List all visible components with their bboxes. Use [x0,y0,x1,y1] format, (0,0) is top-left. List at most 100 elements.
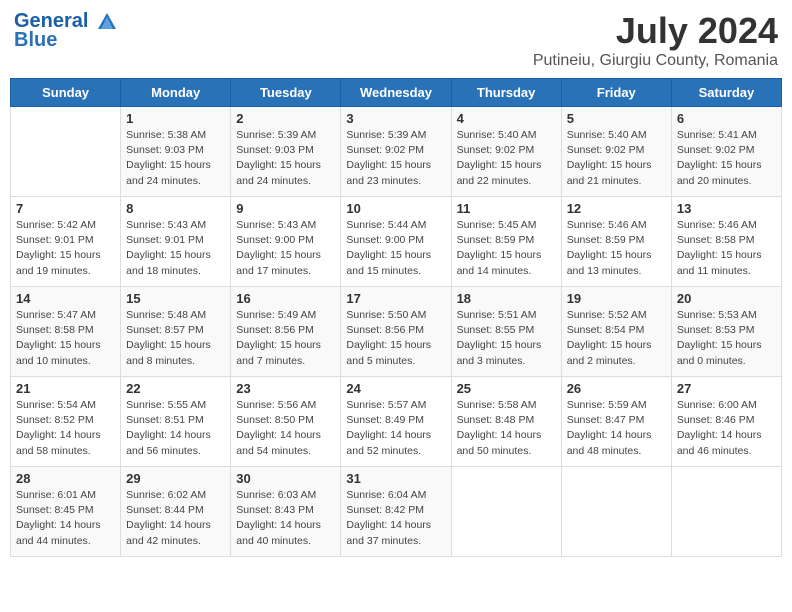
day-info: Sunrise: 5:40 AMSunset: 9:02 PMDaylight:… [567,128,666,189]
day-info: Sunrise: 5:48 AMSunset: 8:57 PMDaylight:… [126,308,225,369]
calendar-cell: 18 Sunrise: 5:51 AMSunset: 8:55 PMDayligh… [451,287,561,377]
calendar-cell: 1 Sunrise: 5:38 AMSunset: 9:03 PMDaylight… [121,107,231,197]
weekday-header: Saturday [671,79,781,107]
day-number: 26 [567,381,666,396]
day-number: 4 [457,111,556,126]
day-number: 12 [567,201,666,216]
day-info: Sunrise: 5:57 AMSunset: 8:49 PMDaylight:… [346,398,445,459]
day-number: 18 [457,291,556,306]
day-number: 21 [16,381,115,396]
day-number: 15 [126,291,225,306]
calendar-cell: 4 Sunrise: 5:40 AMSunset: 9:02 PMDaylight… [451,107,561,197]
page-header: General Blue July 2024 Putineiu, Giurgiu… [10,10,782,70]
day-number: 2 [236,111,335,126]
day-info: Sunrise: 5:52 AMSunset: 8:54 PMDaylight:… [567,308,666,369]
day-number: 19 [567,291,666,306]
day-info: Sunrise: 5:46 AMSunset: 8:58 PMDaylight:… [677,218,776,279]
day-info: Sunrise: 5:46 AMSunset: 8:59 PMDaylight:… [567,218,666,279]
day-info: Sunrise: 6:03 AMSunset: 8:43 PMDaylight:… [236,488,335,549]
day-number: 31 [346,471,445,486]
calendar-cell: 15 Sunrise: 5:48 AMSunset: 8:57 PMDayligh… [121,287,231,377]
calendar-cell: 24 Sunrise: 5:57 AMSunset: 8:49 PMDayligh… [341,377,451,467]
calendar-cell: 17 Sunrise: 5:50 AMSunset: 8:56 PMDayligh… [341,287,451,377]
calendar-table: SundayMondayTuesdayWednesdayThursdayFrid… [10,78,782,557]
calendar-week-row: 14 Sunrise: 5:47 AMSunset: 8:58 PMDayligh… [11,287,782,377]
calendar-cell: 7 Sunrise: 5:42 AMSunset: 9:01 PMDaylight… [11,197,121,287]
calendar-header: SundayMondayTuesdayWednesdayThursdayFrid… [11,79,782,107]
calendar-week-row: 21Sunrise: 5:54 AMSunset: 8:52 PMDayligh… [11,377,782,467]
weekday-header: Friday [561,79,671,107]
day-number: 25 [457,381,556,396]
weekday-header: Thursday [451,79,561,107]
day-number: 22 [126,381,225,396]
weekday-header: Tuesday [231,79,341,107]
day-info: Sunrise: 5:41 AMSunset: 9:02 PMDaylight:… [677,128,776,189]
calendar-cell: 10 Sunrise: 5:44 AMSunset: 9:00 PMDayligh… [341,197,451,287]
calendar-cell: 3Sunrise: 5:39 AMSunset: 9:02 PMDaylight… [341,107,451,197]
day-info: Sunrise: 5:50 AMSunset: 8:56 PMDaylight:… [346,308,445,369]
day-info: Sunrise: 5:55 AMSunset: 8:51 PMDaylight:… [126,398,225,459]
calendar-cell: 5 Sunrise: 5:40 AMSunset: 9:02 PMDaylight… [561,107,671,197]
calendar-week-row: 28 Sunrise: 6:01 AMSunset: 8:45 PMDayligh… [11,467,782,557]
day-info: Sunrise: 5:40 AMSunset: 9:02 PMDaylight:… [457,128,556,189]
calendar-week-row: 7 Sunrise: 5:42 AMSunset: 9:01 PMDaylight… [11,197,782,287]
calendar-cell: 25 Sunrise: 5:58 AMSunset: 8:48 PMDayligh… [451,377,561,467]
day-info: Sunrise: 5:58 AMSunset: 8:48 PMDaylight:… [457,398,556,459]
month-title: July 2024 [533,10,778,52]
location-title: Putineiu, Giurgiu County, Romania [533,52,778,70]
weekday-header: Sunday [11,79,121,107]
day-number: 28 [16,471,115,486]
calendar-cell: 12 Sunrise: 5:46 AMSunset: 8:59 PMDayligh… [561,197,671,287]
day-number: 6 [677,111,776,126]
day-info: Sunrise: 5:42 AMSunset: 9:01 PMDaylight:… [16,218,115,279]
day-info: Sunrise: 5:49 AMSunset: 8:56 PMDaylight:… [236,308,335,369]
day-info: Sunrise: 5:47 AMSunset: 8:58 PMDaylight:… [16,308,115,369]
day-number: 27 [677,381,776,396]
day-number: 17 [346,291,445,306]
day-info: Sunrise: 5:43 AMSunset: 9:01 PMDaylight:… [126,218,225,279]
day-number: 20 [677,291,776,306]
logo-icon [96,11,118,33]
day-number: 7 [16,201,115,216]
day-info: Sunrise: 6:04 AMSunset: 8:42 PMDaylight:… [346,488,445,549]
day-info: Sunrise: 5:43 AMSunset: 9:00 PMDaylight:… [236,218,335,279]
logo: General Blue [14,10,120,52]
calendar-cell: 23Sunrise: 5:56 AMSunset: 8:50 PMDayligh… [231,377,341,467]
calendar-cell: 22 Sunrise: 5:55 AMSunset: 8:51 PMDayligh… [121,377,231,467]
day-info: Sunrise: 5:38 AMSunset: 9:03 PMDaylight:… [126,128,225,189]
day-number: 1 [126,111,225,126]
calendar-cell: 29Sunrise: 6:02 AMSunset: 8:44 PMDayligh… [121,467,231,557]
calendar-cell: 27 Sunrise: 6:00 AMSunset: 8:46 PMDayligh… [671,377,781,467]
calendar-cell: 13 Sunrise: 5:46 AMSunset: 8:58 PMDayligh… [671,197,781,287]
calendar-cell [451,467,561,557]
calendar-cell: 28 Sunrise: 6:01 AMSunset: 8:45 PMDayligh… [11,467,121,557]
day-info: Sunrise: 6:01 AMSunset: 8:45 PMDaylight:… [16,488,115,549]
calendar-cell [561,467,671,557]
calendar-week-row: 1 Sunrise: 5:38 AMSunset: 9:03 PMDaylight… [11,107,782,197]
day-info: Sunrise: 6:02 AMSunset: 8:44 PMDaylight:… [126,488,225,549]
title-block: July 2024 Putineiu, Giurgiu County, Roma… [533,10,778,70]
calendar-cell: 2Sunrise: 5:39 AMSunset: 9:03 PMDaylight… [231,107,341,197]
day-number: 16 [236,291,335,306]
calendar-cell [11,107,121,197]
calendar-cell: 16 Sunrise: 5:49 AMSunset: 8:56 PMDayligh… [231,287,341,377]
day-number: 10 [346,201,445,216]
calendar-cell: 6 Sunrise: 5:41 AMSunset: 9:02 PMDaylight… [671,107,781,197]
day-number: 3 [346,111,445,126]
day-info: Sunrise: 5:51 AMSunset: 8:55 PMDaylight:… [457,308,556,369]
calendar-cell: 8Sunrise: 5:43 AMSunset: 9:01 PMDaylight… [121,197,231,287]
day-number: 9 [236,201,335,216]
calendar-cell: 21Sunrise: 5:54 AMSunset: 8:52 PMDayligh… [11,377,121,467]
calendar-cell: 9 Sunrise: 5:43 AMSunset: 9:00 PMDaylight… [231,197,341,287]
day-number: 23 [236,381,335,396]
calendar-cell: 20Sunrise: 5:53 AMSunset: 8:53 PMDayligh… [671,287,781,377]
day-number: 13 [677,201,776,216]
day-info: Sunrise: 5:44 AMSunset: 9:00 PMDaylight:… [346,218,445,279]
calendar-cell: 11Sunrise: 5:45 AMSunset: 8:59 PMDayligh… [451,197,561,287]
day-number: 5 [567,111,666,126]
day-info: Sunrise: 6:00 AMSunset: 8:46 PMDaylight:… [677,398,776,459]
day-number: 24 [346,381,445,396]
day-number: 14 [16,291,115,306]
calendar-cell: 19 Sunrise: 5:52 AMSunset: 8:54 PMDayligh… [561,287,671,377]
calendar-cell: 26Sunrise: 5:59 AMSunset: 8:47 PMDayligh… [561,377,671,467]
